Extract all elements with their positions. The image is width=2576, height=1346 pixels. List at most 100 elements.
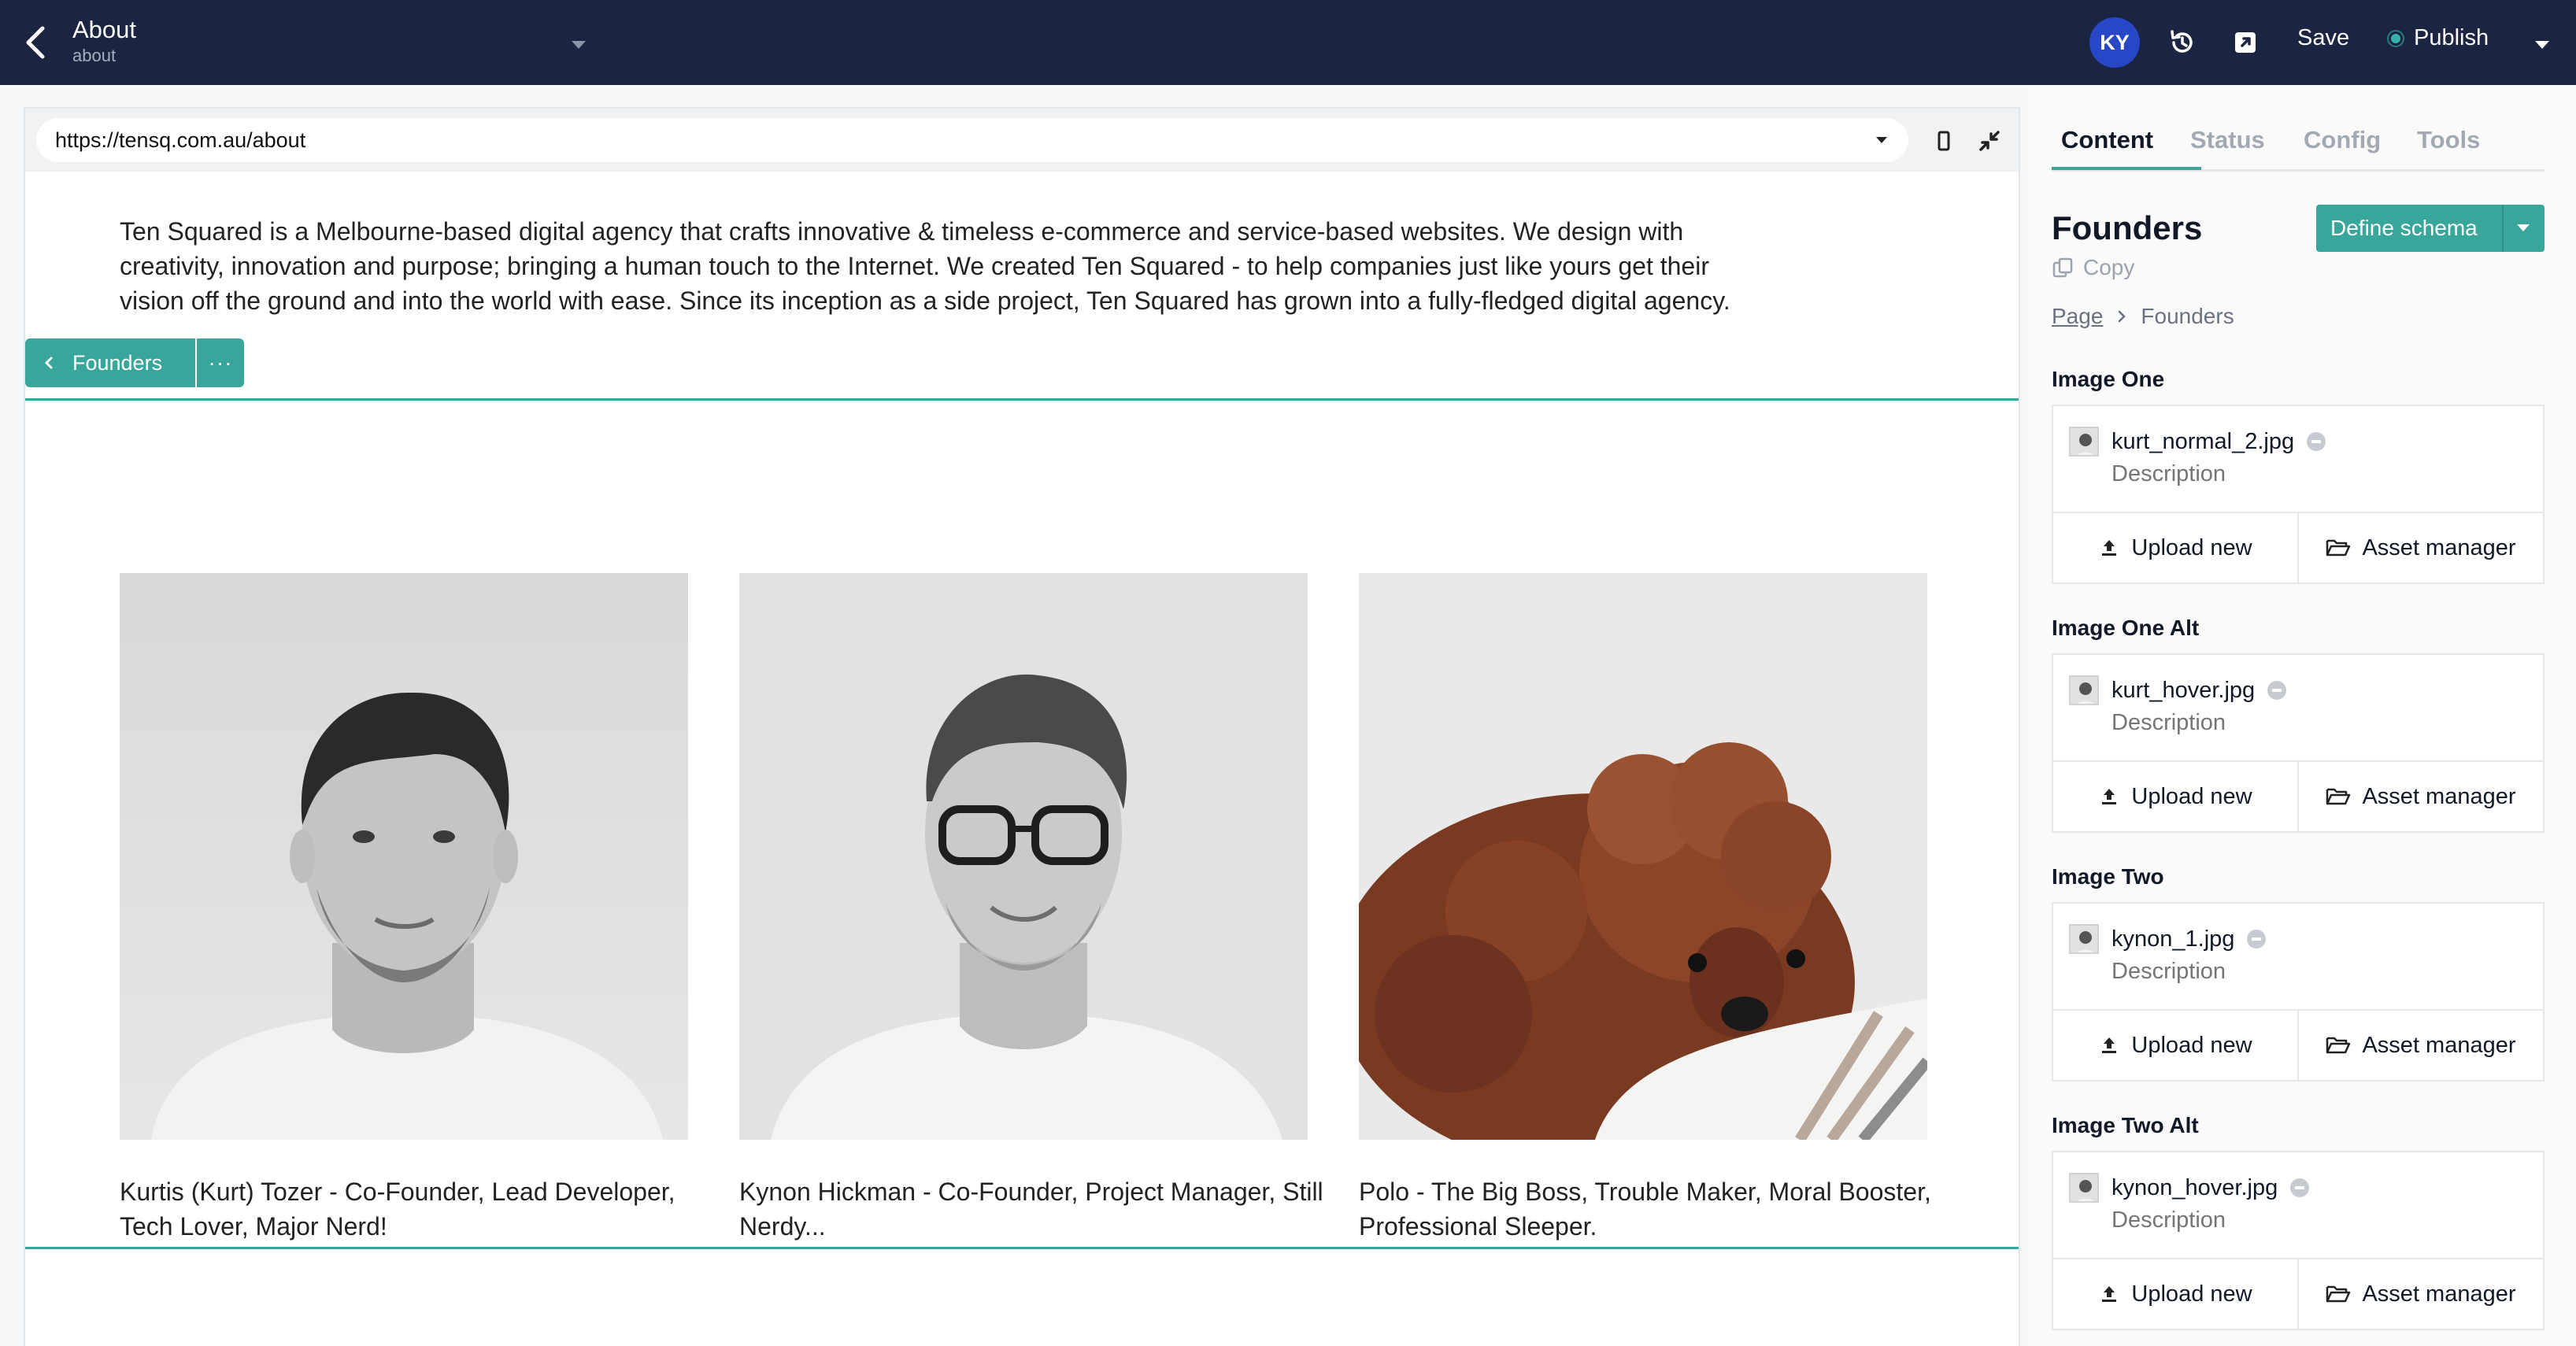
history-icon	[2171, 30, 2193, 53]
portrait-thumbnail-icon	[2071, 677, 2097, 704]
tab-content[interactable]: Content	[2061, 126, 2153, 154]
block-select-button[interactable]: Founders	[25, 338, 195, 387]
description-input[interactable]	[2112, 710, 2505, 736]
file-name: kurt_hover.jpg	[2112, 677, 2256, 703]
external-link-icon	[2235, 32, 2256, 53]
asset-manager-label: Asset manager	[2362, 783, 2516, 809]
breadcrumb-current: Founders	[2141, 304, 2234, 328]
asset-manager-button[interactable]: Asset manager	[2297, 1259, 2543, 1329]
chevron-right-icon	[2119, 310, 2126, 323]
asset-manager-button[interactable]: Asset manager	[2297, 513, 2543, 582]
image-field-card: kynon_hover.jpg Upload new Asset manager	[2052, 1151, 2545, 1330]
field-image-two-alt: Image Two Alt kynon_hover.jpg Upload new…	[2052, 1113, 2545, 1330]
folder-open-icon	[2326, 539, 2351, 557]
back-button[interactable]	[17, 22, 55, 63]
mobile-view-button[interactable]	[1930, 128, 1957, 154]
define-schema-button[interactable]: Define schema	[2330, 216, 2478, 241]
folder-open-icon	[2326, 788, 2351, 805]
field-image-one-alt: Image One Alt kurt_hover.jpg Upload new …	[2052, 616, 2545, 833]
founder-photo-polo	[1359, 573, 1927, 1140]
founder-photo-kurt	[120, 573, 688, 1140]
asset-manager-button[interactable]: Asset manager	[2297, 762, 2543, 831]
collapse-preview-button[interactable]	[1975, 126, 2004, 156]
image-thumbnail	[2069, 427, 2099, 457]
portrait-thumbnail-icon	[2071, 926, 2097, 952]
copy-label: Copy	[2083, 255, 2135, 279]
editor-panel: Content Status Config Tools Founders Cop…	[2028, 85, 2576, 1346]
block-title: Founders	[2052, 209, 2203, 246]
image-actions: Upload new Asset manager	[2053, 760, 2543, 831]
portrait-image	[739, 573, 1308, 1140]
page-preview: https://tensq.com.au/about Ten Squared i…	[24, 107, 2020, 1346]
image-field-card: kynon_1.jpg Upload new Asset manager	[2052, 902, 2545, 1082]
remove-file-button[interactable]	[2290, 1178, 2310, 1197]
block-outline-bottom	[25, 1247, 2019, 1249]
block-more-button[interactable]: ···	[197, 338, 244, 387]
breadcrumb-page-link[interactable]: Page	[2052, 304, 2103, 329]
tab-status[interactable]: Status	[2190, 126, 2265, 154]
copy-button[interactable]: Copy	[2052, 255, 2134, 280]
breadcrumb: Page Founders	[2052, 304, 2234, 329]
publish-label: Publish	[2414, 25, 2489, 50]
upload-new-button[interactable]: Upload new	[2053, 1011, 2297, 1080]
upload-new-button[interactable]: Upload new	[2053, 1259, 2297, 1329]
save-button[interactable]: Save	[2297, 25, 2349, 51]
caret-down-icon	[1876, 137, 1887, 143]
url-select[interactable]: https://tensq.com.au/about	[36, 118, 1908, 162]
upload-icon	[2102, 1037, 2117, 1053]
chevron-left-icon	[45, 357, 53, 369]
upload-label: Upload new	[2131, 1281, 2252, 1307]
remove-file-button[interactable]	[2267, 681, 2287, 700]
intro-paragraph: Ten Squared is a Melbourne-based digital…	[120, 217, 1730, 315]
chevron-left-icon	[26, 26, 45, 59]
caret-down-icon[interactable]	[2515, 222, 2532, 235]
upload-new-button[interactable]: Upload new	[2053, 762, 2297, 831]
asset-manager-button[interactable]: Asset manager	[2297, 1011, 2543, 1080]
dog-image	[1359, 573, 1927, 1140]
file-name: kynon_1.jpg	[2112, 926, 2235, 952]
folder-open-icon	[2326, 1285, 2351, 1303]
field-label: Image One	[2052, 367, 2165, 391]
file-row: kynon_1.jpg	[2069, 924, 2267, 954]
image-thumbnail	[2069, 924, 2099, 954]
caret-down-icon	[2535, 41, 2549, 49]
field-label: Image Two Alt	[2052, 1113, 2199, 1137]
asset-manager-label: Asset manager	[2362, 1032, 2516, 1058]
compress-icon	[1979, 131, 2000, 151]
remove-file-button[interactable]	[2307, 432, 2326, 451]
file-row: kynon_hover.jpg	[2069, 1173, 2310, 1203]
upload-icon	[2102, 540, 2117, 556]
image-actions: Upload new Asset manager	[2053, 1258, 2543, 1329]
description-input[interactable]	[2112, 959, 2505, 985]
block-outline-top	[25, 398, 2019, 401]
upload-new-button[interactable]: Upload new	[2053, 513, 2297, 582]
page-title: About	[72, 16, 137, 43]
image-field-card: kurt_normal_2.jpg Upload new Asset manag…	[2052, 405, 2545, 584]
mobile-device-icon	[1938, 131, 1950, 151]
upload-label: Upload new	[2131, 534, 2252, 560]
description-input[interactable]	[2112, 461, 2505, 487]
publish-button[interactable]: Publish	[2389, 25, 2489, 51]
image-actions: Upload new Asset manager	[2053, 1009, 2543, 1080]
divider	[2502, 205, 2504, 252]
block-name-label: Founders	[72, 350, 163, 375]
tab-tools[interactable]: Tools	[2417, 126, 2480, 154]
upload-label: Upload new	[2131, 783, 2252, 809]
more-icon: ···	[208, 350, 233, 375]
caret-down-icon	[572, 41, 586, 49]
tab-config[interactable]: Config	[2304, 126, 2381, 154]
publish-options-dropdown[interactable]	[2530, 35, 2554, 54]
file-name: kynon_hover.jpg	[2112, 1174, 2278, 1200]
folder-open-icon	[2326, 1037, 2351, 1054]
top-bar: About about KY Save Publish	[0, 0, 2576, 85]
portrait-thumbnail-icon	[2071, 1174, 2097, 1201]
define-schema-group: Define schema	[2316, 205, 2545, 252]
block-toolbar: Founders ···	[25, 338, 244, 387]
url-text: https://tensq.com.au/about	[55, 128, 306, 152]
page-select-dropdown[interactable]	[567, 35, 590, 54]
avatar[interactable]: KY	[2089, 17, 2140, 68]
description-input[interactable]	[2112, 1207, 2505, 1233]
open-external-button[interactable]	[2230, 27, 2261, 58]
history-button[interactable]	[2167, 27, 2198, 58]
remove-file-button[interactable]	[2247, 930, 2267, 948]
